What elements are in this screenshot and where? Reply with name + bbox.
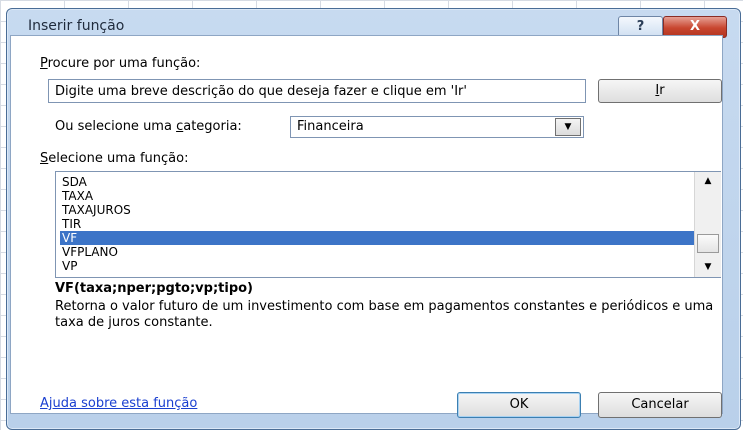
list-item[interactable]: TIR — [60, 217, 694, 231]
function-list[interactable]: SDA TAXA TAXAJUROS TIR VF VFPLANO VP — [55, 171, 721, 278]
help-link[interactable]: Ajuda sobre esta função — [40, 396, 197, 411]
category-select[interactable]: Financeira — [290, 116, 584, 138]
scrollbar-thumb[interactable] — [697, 234, 719, 253]
cancel-button[interactable]: Cancelar — [598, 392, 722, 418]
scroll-down-icon[interactable]: ▼ — [695, 260, 721, 274]
go-button[interactable]: Ir — [598, 79, 722, 103]
search-input[interactable]: Digite uma breve descrição do que deseja… — [48, 79, 586, 103]
list-item[interactable]: TAXAJUROS — [60, 203, 694, 217]
function-signature: VF(taxa;nper;pgto;vp;tipo) — [55, 281, 253, 296]
list-item[interactable]: VFPLANO — [60, 245, 694, 259]
dialog-title: Inserir função — [28, 18, 125, 34]
chevron-down-icon[interactable]: ▼ — [555, 118, 581, 136]
scroll-up-icon[interactable]: ▲ — [695, 174, 721, 188]
list-item[interactable]: TAXA — [60, 189, 694, 203]
function-list-label: Selecione uma função: — [40, 151, 189, 166]
ok-button[interactable]: OK — [457, 392, 581, 418]
list-item[interactable]: VP — [60, 259, 694, 273]
list-item-selected[interactable]: VF — [60, 231, 694, 245]
list-item[interactable]: SDA — [60, 175, 694, 189]
list-scrollbar[interactable]: ▲ ▼ — [694, 172, 721, 277]
search-label: Procure por uma função: — [40, 56, 201, 71]
category-label: Ou selecione uma categoria: — [55, 119, 242, 134]
function-description: Retorna o valor futuro de um investiment… — [55, 299, 714, 330]
